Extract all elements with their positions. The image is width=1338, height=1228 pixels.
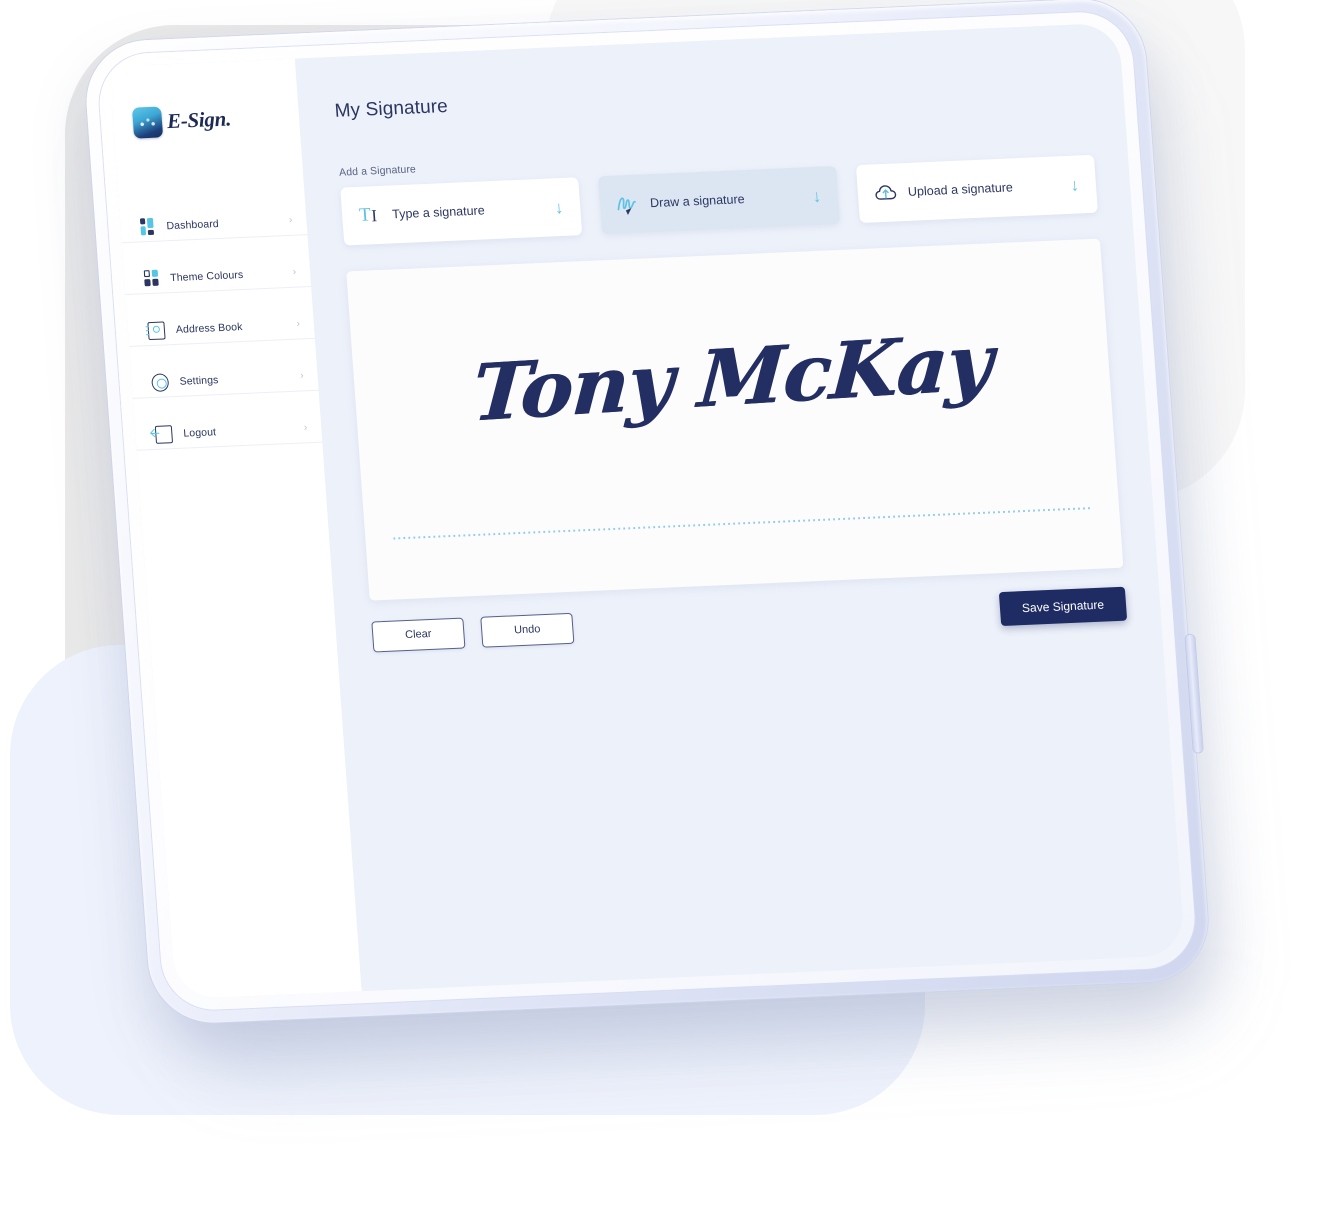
brand-logo[interactable]: E-Sign. [112, 100, 300, 139]
tablet-frame: E-Sign. Dashboard › Theme Colours › Addr… [82, 0, 1213, 1026]
save-signature-button[interactable]: Save Signature [998, 586, 1128, 627]
signature-canvas[interactable]: Tony McKay [346, 238, 1124, 601]
cloud-upload-icon [874, 182, 897, 203]
arrow-down-icon: ↓ [1069, 174, 1080, 195]
sidebar-item-address-book[interactable]: Address Book › [126, 308, 315, 347]
sidebar-item-label: Address Book [175, 320, 243, 336]
sidebar-item-label: Theme Colours [169, 268, 244, 284]
sidebar-item-logout[interactable]: Logout › [134, 412, 323, 451]
chevron-right-icon: › [292, 266, 297, 278]
palette-icon [143, 269, 160, 288]
signature-guide-line [393, 507, 1092, 540]
option-upload-a-signature[interactable]: Upload a signature ↓ [855, 154, 1098, 224]
sidebar-item-settings[interactable]: Settings › [130, 360, 319, 399]
logout-icon [154, 424, 174, 444]
esign-logo-icon [131, 106, 164, 139]
option-label: Draw a signature [649, 192, 746, 211]
clear-button[interactable]: Clear [371, 617, 466, 652]
arrow-down-icon: ↓ [553, 197, 564, 217]
chevron-right-icon: › [303, 421, 308, 433]
brand-name: E-Sign. [166, 106, 232, 134]
signature-action-bar: Clear Undo Save Signature [371, 586, 1128, 654]
address-book-icon [147, 320, 166, 340]
option-label: Upload a signature [907, 180, 1014, 199]
tablet-device: E-Sign. Dashboard › Theme Colours › Addr… [82, 0, 1234, 1079]
option-type-a-signature[interactable]: Type a signature ↓ [340, 177, 583, 246]
text-cursor-icon [359, 205, 382, 226]
option-label: Type a signature [391, 203, 486, 222]
main-content: My Signature Add a Signature Type a sign… [294, 22, 1186, 992]
sidebar-item-label: Settings [179, 373, 219, 388]
sidebar-item-theme-colours[interactable]: Theme Colours › [123, 257, 312, 296]
page-title: My Signature [333, 95, 449, 122]
sidebar-item-label: Logout [182, 425, 217, 440]
undo-button[interactable]: Undo [480, 612, 575, 648]
gear-icon [151, 372, 170, 392]
signature-drawing: Tony McKay [469, 316, 995, 440]
tablet-bezel: E-Sign. Dashboard › Theme Colours › Addr… [96, 10, 1199, 1012]
chevron-right-icon: › [296, 318, 301, 330]
arrow-down-icon: ↓ [811, 186, 822, 206]
sidebar-item-dashboard[interactable]: Dashboard › [119, 205, 308, 244]
pen-squiggle-icon [616, 194, 639, 216]
option-draw-a-signature[interactable]: Draw a signature ↓ [598, 166, 841, 235]
chevron-right-icon: › [299, 369, 304, 382]
dashboard-icon [139, 217, 156, 236]
tablet-screen: E-Sign. Dashboard › Theme Colours › Addr… [108, 22, 1186, 1000]
sidebar-item-label: Dashboard [166, 217, 220, 232]
chevron-right-icon: › [288, 214, 293, 226]
